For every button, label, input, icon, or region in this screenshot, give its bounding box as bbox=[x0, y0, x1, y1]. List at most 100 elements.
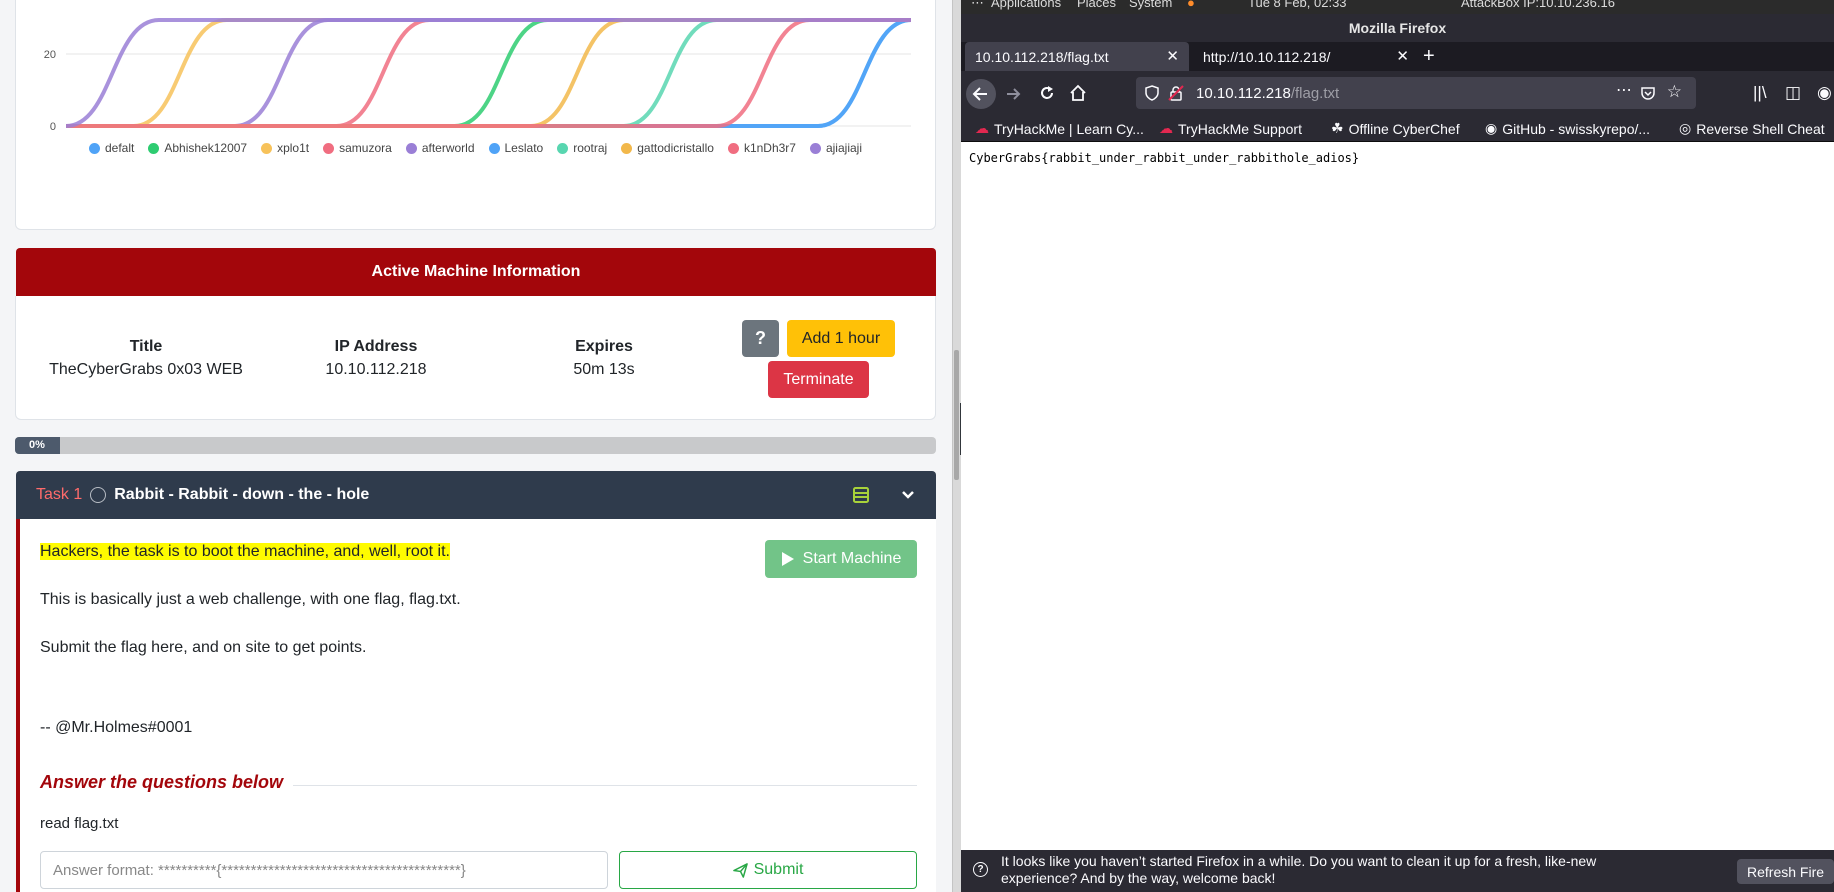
legend-label: rootraj bbox=[573, 141, 608, 155]
insecure-lock-icon[interactable] bbox=[1168, 85, 1184, 101]
progress-label: 0% bbox=[29, 439, 45, 451]
bookmark-cyberchef[interactable]: ☘ Offline CyberChef bbox=[1331, 120, 1460, 137]
legend-item-samuzora[interactable]: samuzora bbox=[323, 141, 392, 155]
tab-homepage[interactable]: http://10.10.112.218/ ✕ bbox=[1193, 42, 1419, 71]
legend-item-gattodicristallo[interactable]: gattodicristallo bbox=[621, 141, 714, 155]
bookmark-label: GitHub - swisskyrepo/... bbox=[1502, 120, 1651, 137]
task-number: Task 1 bbox=[36, 486, 83, 503]
machine-title-column: Title TheCyberGrabs 0x03 WEB bbox=[36, 338, 256, 379]
legend-item-rootraj[interactable]: rootraj bbox=[557, 141, 607, 155]
page-actions-icon[interactable]: ⋯ bbox=[1616, 80, 1632, 100]
scoreboard-chart-card: 20 0 defalt Abhishek12007 xplo1t samuzora aft… bbox=[15, 0, 936, 230]
legend-dot-icon bbox=[261, 142, 273, 154]
account-icon[interactable]: ◉ bbox=[1817, 83, 1832, 103]
forward-arrow-icon[interactable] bbox=[1005, 85, 1023, 103]
chef-hat-icon: ☘ bbox=[1331, 120, 1344, 136]
refresh-notification-bar: ? It looks like you haven’t started Fire… bbox=[961, 850, 1834, 892]
tab-strip: 10.10.112.218/flag.txt ✕ http://10.10.11… bbox=[961, 42, 1834, 71]
bookmark-thm-support[interactable]: ☁ TryHackMe Support bbox=[1159, 120, 1302, 137]
bookmark-tryhackme[interactable]: ☁ TryHackMe | Learn Cy... bbox=[975, 120, 1144, 137]
library-icon[interactable]: ||\ bbox=[1753, 83, 1767, 103]
machine-ip-column: IP Address 10.10.112.218 bbox=[266, 338, 486, 379]
question-text: read flag.txt bbox=[40, 815, 119, 832]
bookmark-github[interactable]: ◉ GitHub - swisskyrepo/... bbox=[1485, 120, 1650, 137]
bookmark-label: TryHackMe | Learn Cy... bbox=[994, 120, 1144, 137]
tab-label: 10.10.112.218/flag.txt bbox=[975, 48, 1109, 65]
task-header[interactable]: Task 1 Rabbit - Rabbit - down - the - ho… bbox=[16, 471, 936, 519]
cloud-icon: ☁ bbox=[1159, 120, 1173, 136]
task-status-circle-icon bbox=[90, 487, 107, 503]
address-bar[interactable]: 10.10.112.218/flag.txt ⋯ ☆ bbox=[1136, 77, 1696, 109]
reload-icon[interactable] bbox=[1038, 84, 1056, 102]
applications-menu[interactable]: Applications bbox=[991, 0, 1061, 10]
home-icon[interactable] bbox=[1069, 84, 1087, 102]
legend-item-Abhishek12007[interactable]: Abhishek12007 bbox=[148, 141, 247, 155]
legend-dot-icon bbox=[323, 142, 335, 154]
legend-item-xplo1t[interactable]: xplo1t bbox=[261, 141, 309, 155]
legend-label: ajiajiaji bbox=[825, 141, 862, 155]
url-path: /flag.txt bbox=[1290, 84, 1340, 102]
sidebar-icon[interactable]: ◫ bbox=[1785, 83, 1801, 103]
close-tab-icon[interactable]: ✕ bbox=[1396, 47, 1409, 65]
legend-item-k1nDh3r7[interactable]: k1nDh3r7 bbox=[727, 141, 796, 155]
legend-item-afterworld[interactable]: afterworld bbox=[405, 141, 475, 155]
tab-flag-txt[interactable]: 10.10.112.218/flag.txt ✕ bbox=[965, 42, 1189, 71]
machine-expires-column: Expires 50m 13s bbox=[494, 338, 714, 379]
shield-icon[interactable] bbox=[1144, 85, 1160, 101]
legend-dot-icon bbox=[727, 142, 739, 154]
legend-item-Leslato[interactable]: Leslato bbox=[488, 141, 544, 155]
task-highlighted-text: Hackers, the task is to boot the machine… bbox=[40, 543, 450, 560]
globe-icon: ◎ bbox=[1679, 120, 1692, 136]
terminate-button[interactable]: Terminate bbox=[768, 361, 869, 398]
legend-dot-icon bbox=[148, 142, 160, 154]
firefox-launcher-icon[interactable]: ● bbox=[1187, 0, 1195, 10]
new-tab-plus-icon[interactable]: + bbox=[1423, 45, 1435, 68]
legend-dot-icon bbox=[488, 142, 500, 154]
machine-title-label: Title bbox=[129, 338, 163, 355]
legend-item-ajiajiaji[interactable]: ajiajiaji bbox=[809, 141, 862, 155]
system-menu[interactable]: System bbox=[1129, 0, 1172, 10]
task-body: Hackers, the task is to boot the machine… bbox=[16, 519, 936, 892]
scoreboard-chart: 20 0 bbox=[44, 18, 912, 133]
legend-label: Abhishek12007 bbox=[164, 141, 248, 155]
screen: 20 0 defalt Abhishek12007 xplo1t samuzora aft… bbox=[0, 0, 1834, 892]
start-machine-button[interactable]: Start Machine bbox=[765, 540, 917, 578]
series-line-k1nDh3r7 bbox=[66, 18, 911, 128]
legend-dot-icon bbox=[557, 142, 569, 154]
tryhackme-page: 20 0 defalt Abhishek12007 xplo1t samuzora aft… bbox=[0, 0, 960, 892]
add-hour-button[interactable]: Add 1 hour bbox=[787, 320, 895, 357]
scrollbar-thumb[interactable] bbox=[954, 350, 959, 480]
bookmark-label: Offline CyberChef bbox=[1348, 120, 1460, 137]
chevron-down-icon[interactable] bbox=[900, 487, 916, 503]
pocket-icon[interactable] bbox=[1640, 85, 1656, 101]
legend-dot-icon bbox=[621, 142, 633, 154]
notes-icon[interactable] bbox=[852, 486, 870, 504]
legend-label: Leslato bbox=[504, 141, 544, 155]
bookmarks-toolbar: ☁ TryHackMe | Learn Cy... ☁ TryHackMe Su… bbox=[961, 116, 1834, 142]
chart-legend: defalt Abhishek12007 xplo1t samuzora afterwo… bbox=[16, 141, 935, 155]
active-machine-header: Active Machine Information bbox=[16, 248, 936, 296]
bookmark-reverse-shell[interactable]: ◎ Reverse Shell Cheat bbox=[1679, 120, 1825, 137]
help-button[interactable]: ? bbox=[742, 320, 779, 357]
refresh-firefox-button[interactable]: Refresh Fire bbox=[1737, 859, 1834, 884]
places-menu[interactable]: Places bbox=[1077, 0, 1116, 10]
paper-plane-icon bbox=[732, 862, 748, 878]
task-instructions-line: Submit the flag here, and on site to get… bbox=[40, 639, 367, 656]
bookmark-label: TryHackMe Support bbox=[1178, 120, 1302, 137]
answer-divider bbox=[293, 785, 917, 786]
firefox-window: ⋯ Applications Places System ● Tue 8 Feb… bbox=[961, 0, 1834, 892]
system-clock: Tue 8 Feb, 02:33 bbox=[1248, 0, 1347, 10]
cloud-icon: ☁ bbox=[975, 120, 989, 136]
close-tab-icon[interactable]: ✕ bbox=[1166, 47, 1179, 65]
back-arrow-icon[interactable] bbox=[965, 78, 997, 110]
answer-input[interactable]: Answer format: **********{**************… bbox=[40, 851, 608, 889]
bookmark-star-icon[interactable]: ☆ bbox=[1667, 82, 1682, 102]
legend-label: k1nDh3r7 bbox=[743, 141, 796, 155]
legend-dot-icon bbox=[809, 142, 821, 154]
apps-grid-icon[interactable]: ⋯ bbox=[971, 0, 984, 11]
machine-ip-value: 10.10.112.218 bbox=[325, 361, 427, 378]
answer-heading: Answer the questions below bbox=[40, 772, 284, 792]
url-host: 10.10.112.218 bbox=[1196, 84, 1291, 102]
legend-item-defalt[interactable]: defalt bbox=[89, 141, 134, 155]
submit-button[interactable]: Submit bbox=[619, 851, 917, 889]
